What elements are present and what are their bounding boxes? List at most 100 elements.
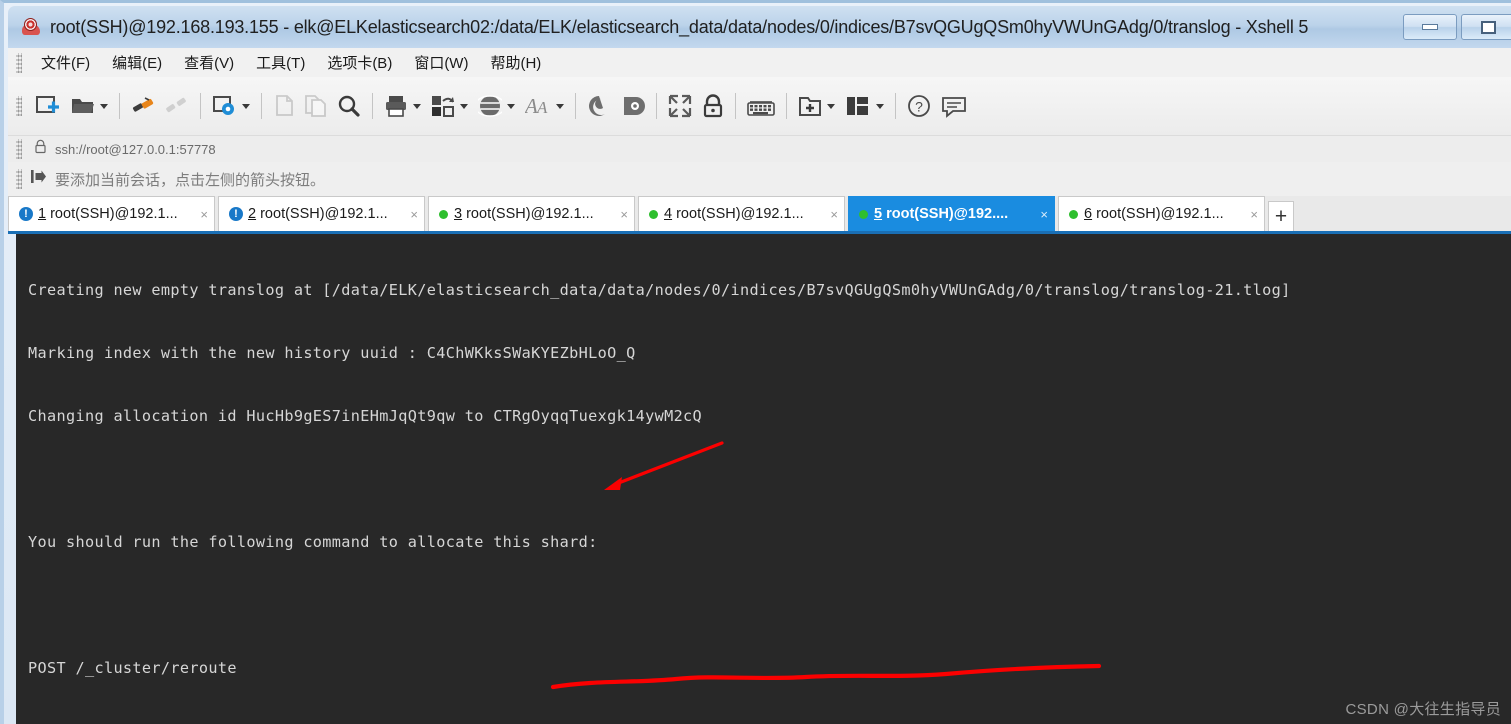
chevron-down-icon[interactable] — [413, 103, 421, 109]
toolbar-separator — [895, 93, 896, 119]
file-transfer-icon — [431, 94, 455, 118]
toolbar-separator — [575, 93, 576, 119]
address-bar[interactable]: ssh://root@127.0.0.1:57778 — [8, 135, 1511, 162]
fullscreen-icon — [668, 94, 692, 118]
tab-close-icon[interactable]: × — [192, 207, 208, 222]
tab-index: 5 — [874, 206, 883, 222]
tab-close-icon[interactable]: × — [402, 207, 418, 222]
hint-bar: 要添加当前会话，点击左侧的箭头按钮。 — [8, 162, 1511, 196]
disconnect-button[interactable] — [160, 86, 194, 126]
connected-dot-icon — [439, 209, 448, 219]
new-tab-button[interactable]: + — [1268, 201, 1294, 231]
feedback-button[interactable] — [936, 86, 972, 126]
tab-close-icon[interactable]: × — [1242, 207, 1258, 222]
chevron-down-icon[interactable] — [460, 103, 468, 109]
toolbar-separator — [656, 93, 657, 119]
session-properties-icon — [212, 94, 237, 118]
compose-button[interactable] — [616, 86, 650, 126]
tab-label: 4 root(SSH)@192.1... — [664, 206, 804, 222]
lock-button[interactable] — [697, 86, 729, 126]
terminal-pane[interactable]: Creating new empty translog at [/data/EL… — [16, 234, 1511, 724]
tab-label: 1 root(SSH)@192.1... — [38, 206, 178, 222]
connected-dot-icon — [859, 209, 868, 219]
tab-session-1[interactable]: ! 1 root(SSH)@192.1... × — [8, 196, 215, 231]
address-grip-handle[interactable] — [16, 139, 22, 159]
tab-session-6[interactable]: 6 root(SSH)@192.1... × — [1058, 196, 1265, 231]
chevron-down-icon[interactable] — [100, 103, 108, 109]
file-transfer-button[interactable] — [426, 86, 473, 126]
tab-close-icon[interactable]: × — [822, 207, 838, 222]
tab-strip: ! 1 root(SSH)@192.1... × ! 2 root(SSH)@1… — [8, 196, 1511, 234]
menu-item-window[interactable]: 窗口(W) — [403, 49, 479, 76]
find-icon — [337, 94, 361, 118]
menu-bar: 文件(F) 编辑(E) 查看(V) 工具(T) 选项卡(B) 窗口(W) 帮助(… — [8, 48, 1511, 77]
print-icon — [384, 94, 408, 118]
add-folder-button[interactable] — [793, 86, 840, 126]
help-icon: ? — [907, 94, 931, 118]
open-folder-icon — [71, 94, 95, 118]
connect-icon — [131, 94, 155, 118]
keyboard-button[interactable] — [742, 86, 780, 126]
compose-icon — [621, 94, 645, 118]
new-session-icon — [35, 94, 61, 118]
new-session-button[interactable] — [30, 86, 66, 126]
paste-button[interactable] — [300, 86, 332, 126]
add-session-arrow-icon[interactable] — [30, 168, 47, 190]
window-controls — [1403, 14, 1511, 40]
connect-button[interactable] — [126, 86, 160, 126]
tab-title: root(SSH)@192.... — [882, 206, 1009, 222]
tab-session-4[interactable]: 4 root(SSH)@192.1... × — [638, 196, 845, 231]
maximize-button[interactable] — [1461, 14, 1511, 40]
menu-item-tools[interactable]: 工具(T) — [245, 49, 316, 76]
menu-item-file[interactable]: 文件(F) — [30, 49, 101, 76]
minimize-button[interactable] — [1403, 14, 1457, 40]
address-value[interactable]: ssh://root@127.0.0.1:57778 — [55, 142, 216, 157]
padlock-icon — [34, 139, 47, 159]
tab-close-icon[interactable]: × — [1032, 207, 1048, 222]
chevron-down-icon[interactable] — [827, 103, 835, 109]
chevron-down-icon[interactable] — [507, 103, 515, 109]
toolbar-separator — [786, 93, 787, 119]
hint-grip-handle[interactable] — [16, 169, 22, 189]
layout-button[interactable] — [840, 86, 889, 126]
menu-item-tab[interactable]: 选项卡(B) — [316, 49, 403, 76]
print-button[interactable] — [379, 86, 426, 126]
lock-icon — [702, 94, 724, 118]
tab-session-5[interactable]: 5 root(SSH)@192.... × — [848, 196, 1055, 231]
chevron-down-icon[interactable] — [876, 103, 884, 109]
tab-close-icon[interactable]: × — [612, 207, 628, 222]
tab-index: 4 — [664, 206, 673, 222]
paste-icon — [305, 94, 327, 118]
fullscreen-button[interactable] — [663, 86, 697, 126]
tab-title: root(SSH)@192.1... — [256, 206, 388, 222]
toolbar-grip-handle[interactable] — [16, 96, 22, 116]
tab-title: root(SSH)@192.1... — [46, 206, 178, 222]
tab-session-2[interactable]: ! 2 root(SSH)@192.1... × — [218, 196, 425, 231]
copy-button[interactable] — [268, 86, 300, 126]
toolbar-separator — [372, 93, 373, 119]
info-badge-icon: ! — [229, 207, 243, 221]
menu-grip-handle[interactable] — [16, 52, 22, 73]
info-badge-icon: ! — [19, 207, 33, 221]
tab-title: root(SSH)@192.1... — [672, 206, 804, 222]
chevron-down-icon[interactable] — [242, 103, 250, 109]
open-session-button[interactable] — [66, 86, 113, 126]
menu-item-edit[interactable]: 编辑(E) — [101, 49, 173, 76]
csdn-watermark: CSDN @大往生指导员 — [1345, 701, 1501, 718]
toolbar: A A ? — [8, 77, 1511, 135]
menu-item-help[interactable]: 帮助(H) — [479, 49, 552, 76]
chevron-down-icon[interactable] — [556, 103, 564, 109]
tab-session-3[interactable]: 3 root(SSH)@192.1... × — [428, 196, 635, 231]
xshell-window: root(SSH)@192.168.193.155 - elk@ELKelast… — [0, 0, 1511, 724]
log-button[interactable] — [582, 86, 616, 126]
session-properties-button[interactable] — [207, 86, 255, 126]
font-icon: A A — [525, 94, 551, 118]
font-button[interactable]: A A — [520, 86, 569, 126]
find-button[interactable] — [332, 86, 366, 126]
menu-item-view[interactable]: 查看(V) — [173, 49, 245, 76]
title-bar: root(SSH)@192.168.193.155 - elk@ELKelast… — [8, 6, 1511, 48]
help-button[interactable]: ? — [902, 86, 936, 126]
globe-button[interactable] — [473, 86, 520, 126]
